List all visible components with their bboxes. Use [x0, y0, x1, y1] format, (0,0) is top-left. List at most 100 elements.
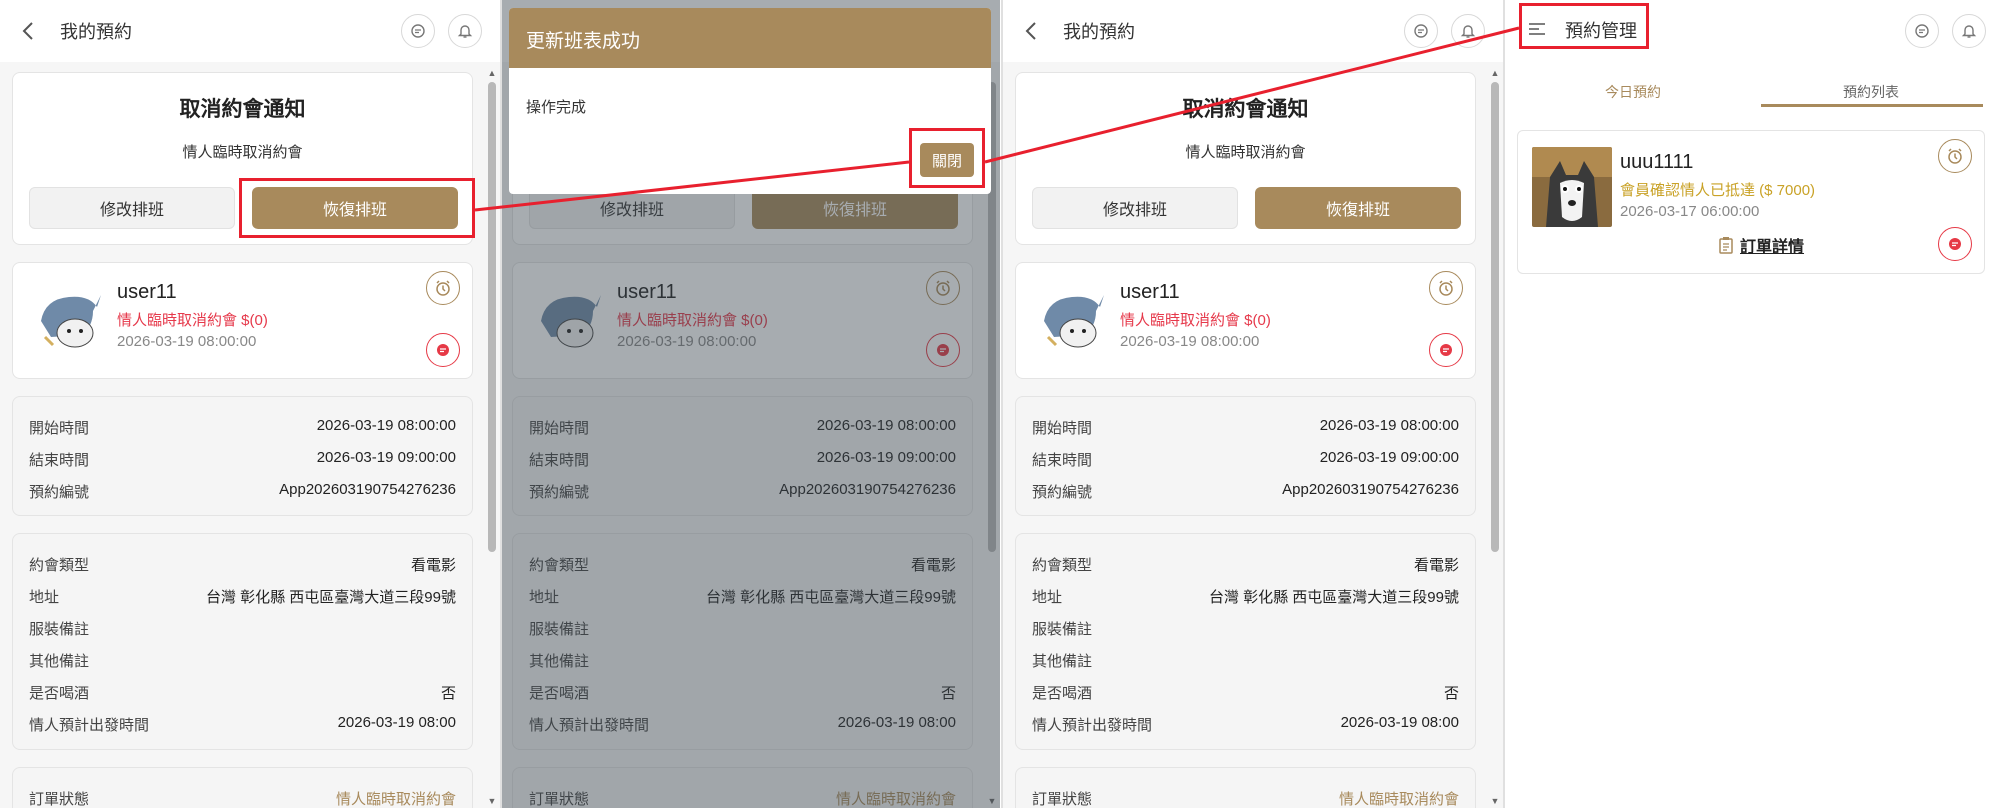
reservation-panel-3: 我的預約 取消約會通知 情人臨時取消約會 修改排班 恢復排班 user11 情人… [1003, 0, 1503, 808]
notice-title: 取消約會通知 [1182, 98, 1309, 121]
scroll-thumb[interactable] [1491, 82, 1499, 552]
detail-info-card: 約會類型 看電影 地址 台灣 彰化縣 西屯區臺灣大道三段99號 服裝備註 其他備註 … [1015, 533, 1476, 750]
departure-time-row: 情人預計出發時間 2026-03-19 08:00 [1032, 714, 1459, 734]
reservation-status: 會員確認情人已抵達 ($ 7000) [1620, 182, 1816, 199]
chat-icon [411, 24, 425, 38]
reservation-card[interactable]: uuu1111 會員確認情人已抵達 ($ 7000) 2026-03-17 06… [1517, 130, 1985, 274]
user-card: user11 情人臨時取消約會 $(0) 2026-03-19 08:00:00 [12, 262, 473, 379]
chat-icon [1414, 24, 1428, 38]
clothing-note-row: 服裝備註 [1032, 621, 1093, 638]
alarm-button[interactable] [1938, 139, 1972, 173]
alarm-button[interactable] [1429, 271, 1463, 305]
panel-divider [500, 0, 502, 808]
chat-button[interactable] [1905, 14, 1939, 48]
reservation-panel-1: 我的預約 取消約會通知 情人臨時取消約會 修改排班 恢復排班 user11 情人… [0, 0, 500, 808]
bell-icon [1460, 25, 1476, 38]
other-note-row: 其他備註 [29, 653, 90, 670]
chat-button[interactable] [1404, 14, 1438, 48]
alarm-clock-icon [1439, 280, 1453, 296]
user-name: user11 [1120, 281, 1180, 303]
time-info-card: 開始時間 2026-03-19 08:00:00 結束時間 2026-03-19 0… [1015, 396, 1476, 516]
notification-button[interactable] [1952, 14, 1986, 48]
detail-info-card: 約會類型 看電影 地址 台灣 彰化縣 西屯區臺灣大道三段99號 服裝備註 其他備註 … [12, 533, 473, 750]
avatar [31, 277, 107, 353]
scroll-up-icon[interactable]: ▲ [487, 68, 497, 78]
scroll-down-icon[interactable]: ▼ [487, 796, 497, 806]
highlight-manage-title [1519, 3, 1649, 49]
chat-icon [1915, 24, 1929, 38]
address-row: 地址 台灣 彰化縣 西屯區臺灣大道三段99號 [1032, 589, 1459, 606]
message-icon [1440, 344, 1452, 356]
other-note-row: 其他備註 [1032, 653, 1093, 670]
order-status-card: 訂單狀態 情人臨時取消約會 [1015, 767, 1476, 808]
bell-icon [1961, 25, 1977, 38]
highlight-close-button [909, 128, 985, 188]
alarm-clock-icon [436, 280, 450, 296]
chat-message-button[interactable] [1938, 227, 1972, 261]
user-card: user11 情人臨時取消約會 $(0) 2026-03-19 08:00:00 [1015, 262, 1476, 379]
modify-schedule-button[interactable]: 修改排班 [29, 187, 235, 229]
order-status-row: 訂單狀態 情人臨時取消約會 [1032, 791, 1459, 808]
notification-button[interactable] [1451, 14, 1485, 48]
restore-schedule-button[interactable]: 恢復排班 [1255, 187, 1461, 229]
notice-title: 取消約會通知 [179, 98, 306, 121]
drinking-row: 是否喝酒否 [29, 685, 456, 702]
booking-id-row: 預約編號 App202603190754276236 [1032, 481, 1459, 501]
modal-title: 更新班表成功 [509, 8, 991, 68]
page-title: 我的預約 [1063, 22, 1135, 42]
alarm-button[interactable] [426, 271, 460, 305]
scrollbar[interactable]: ▲ ▼ [1489, 66, 1501, 808]
chat-message-button[interactable] [426, 333, 460, 367]
back-arrow-icon[interactable] [22, 21, 40, 41]
modal-body: 操作完成 [526, 99, 587, 116]
message-icon [1949, 238, 1961, 250]
start-time-row: 開始時間 2026-03-19 08:00:00 [1032, 417, 1459, 437]
clipboard-icon [1719, 237, 1733, 254]
back-arrow-icon[interactable] [1025, 21, 1043, 41]
scroll-down-icon[interactable]: ▼ [1490, 796, 1500, 806]
panel-divider [1503, 0, 1505, 808]
highlight-restore-button [239, 178, 475, 238]
user-status: 情人臨時取消約會 $(0) [1120, 312, 1271, 329]
alarm-clock-icon [1948, 148, 1962, 164]
booking-id-row: 預約編號 App202603190754276236 [29, 481, 456, 501]
chat-button[interactable] [401, 14, 435, 48]
notice-subtitle: 情人臨時取消約會 [182, 144, 303, 161]
modify-schedule-button[interactable]: 修改排班 [1032, 187, 1238, 229]
tab-list[interactable]: 預約列表 [1843, 82, 1899, 102]
scroll-thumb[interactable] [488, 82, 496, 552]
order-detail-link[interactable]: 訂單詳情 [1718, 233, 1804, 257]
end-time-row: 結束時間 2026-03-19 09:00:00 [29, 449, 456, 469]
reservation-panel-2: 我的預約 取消約會通知 情人臨時取消約會 修改排班 恢復排班 user11 情人… [500, 0, 1000, 808]
scrollbar[interactable]: ▲ ▼ [486, 66, 498, 808]
cancel-notice-card: 取消約會通知 情人臨時取消約會 修改排班 恢復排班 [1015, 72, 1476, 245]
panel-header: 我的預約 [1003, 0, 1503, 62]
bell-icon [457, 25, 473, 38]
order-detail-label: 訂單詳情 [1740, 239, 1805, 256]
notification-button[interactable] [448, 14, 482, 48]
date-type-row: 約會類型 看電影 [1032, 557, 1459, 574]
page-title: 我的預約 [60, 22, 132, 42]
drinking-row: 是否喝酒否 [1032, 685, 1459, 702]
address-row: 地址 台灣 彰化縣 西屯區臺灣大道三段99號 [29, 589, 456, 606]
message-icon [437, 344, 449, 356]
reservation-name: uuu1111 [1620, 151, 1694, 173]
tab-today[interactable]: 今日預約 [1605, 82, 1661, 102]
notice-subtitle: 情人臨時取消約會 [1185, 144, 1306, 161]
scroll-up-icon[interactable]: ▲ [1490, 68, 1500, 78]
start-time-row: 開始時間 2026-03-19 08:00:00 [29, 417, 456, 437]
end-time-row: 結束時間 2026-03-19 09:00:00 [1032, 449, 1459, 469]
clothing-note-row: 服裝備註 [29, 621, 90, 638]
chat-message-button[interactable] [1429, 333, 1463, 367]
panel-divider [1001, 0, 1003, 808]
order-status-card: 訂單狀態 情人臨時取消約會 [12, 767, 473, 808]
avatar [1034, 277, 1110, 353]
panel-header: 我的預約 [0, 0, 500, 62]
order-status-row: 訂單狀態 情人臨時取消約會 [29, 791, 456, 808]
date-type-row: 約會類型 看電影 [29, 557, 456, 574]
tab-bar: 今日預約 預約列表 [1505, 78, 1997, 108]
reservation-management-panel: 預約管理 今日預約 預約列表 uuu1111 會員確認情人已抵達 ($ 7000… [1505, 0, 1997, 808]
reservation-date: 2026-03-17 06:00:00 [1620, 203, 1760, 220]
user-status: 情人臨時取消約會 $(0) [117, 312, 268, 329]
user-date: 2026-03-19 08:00:00 [117, 333, 257, 350]
